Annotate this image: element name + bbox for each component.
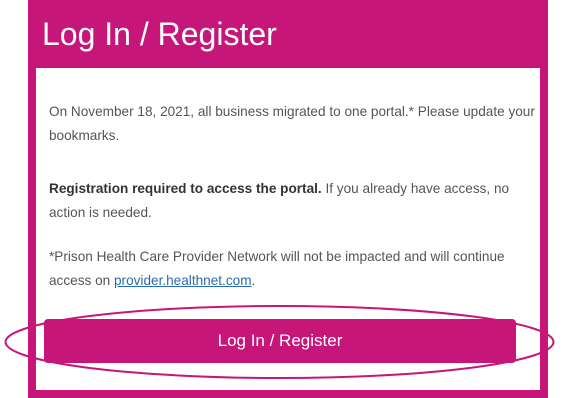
prison-network-notice: *Prison Health Care Provider Network wil… bbox=[49, 245, 535, 293]
provider-portal-link[interactable]: provider.healthnet.com bbox=[114, 273, 252, 288]
login-register-button[interactable]: Log In / Register bbox=[44, 319, 516, 363]
prison-network-period: . bbox=[251, 273, 256, 288]
panel-title: Log In / Register bbox=[42, 16, 277, 52]
registration-notice: Registration required to access the port… bbox=[49, 177, 535, 225]
panel-header: Log In / Register bbox=[28, 0, 548, 68]
migration-notice: On November 18, 2021, all business migra… bbox=[49, 104, 535, 143]
registration-required-text: Registration required to access the port… bbox=[49, 181, 322, 196]
